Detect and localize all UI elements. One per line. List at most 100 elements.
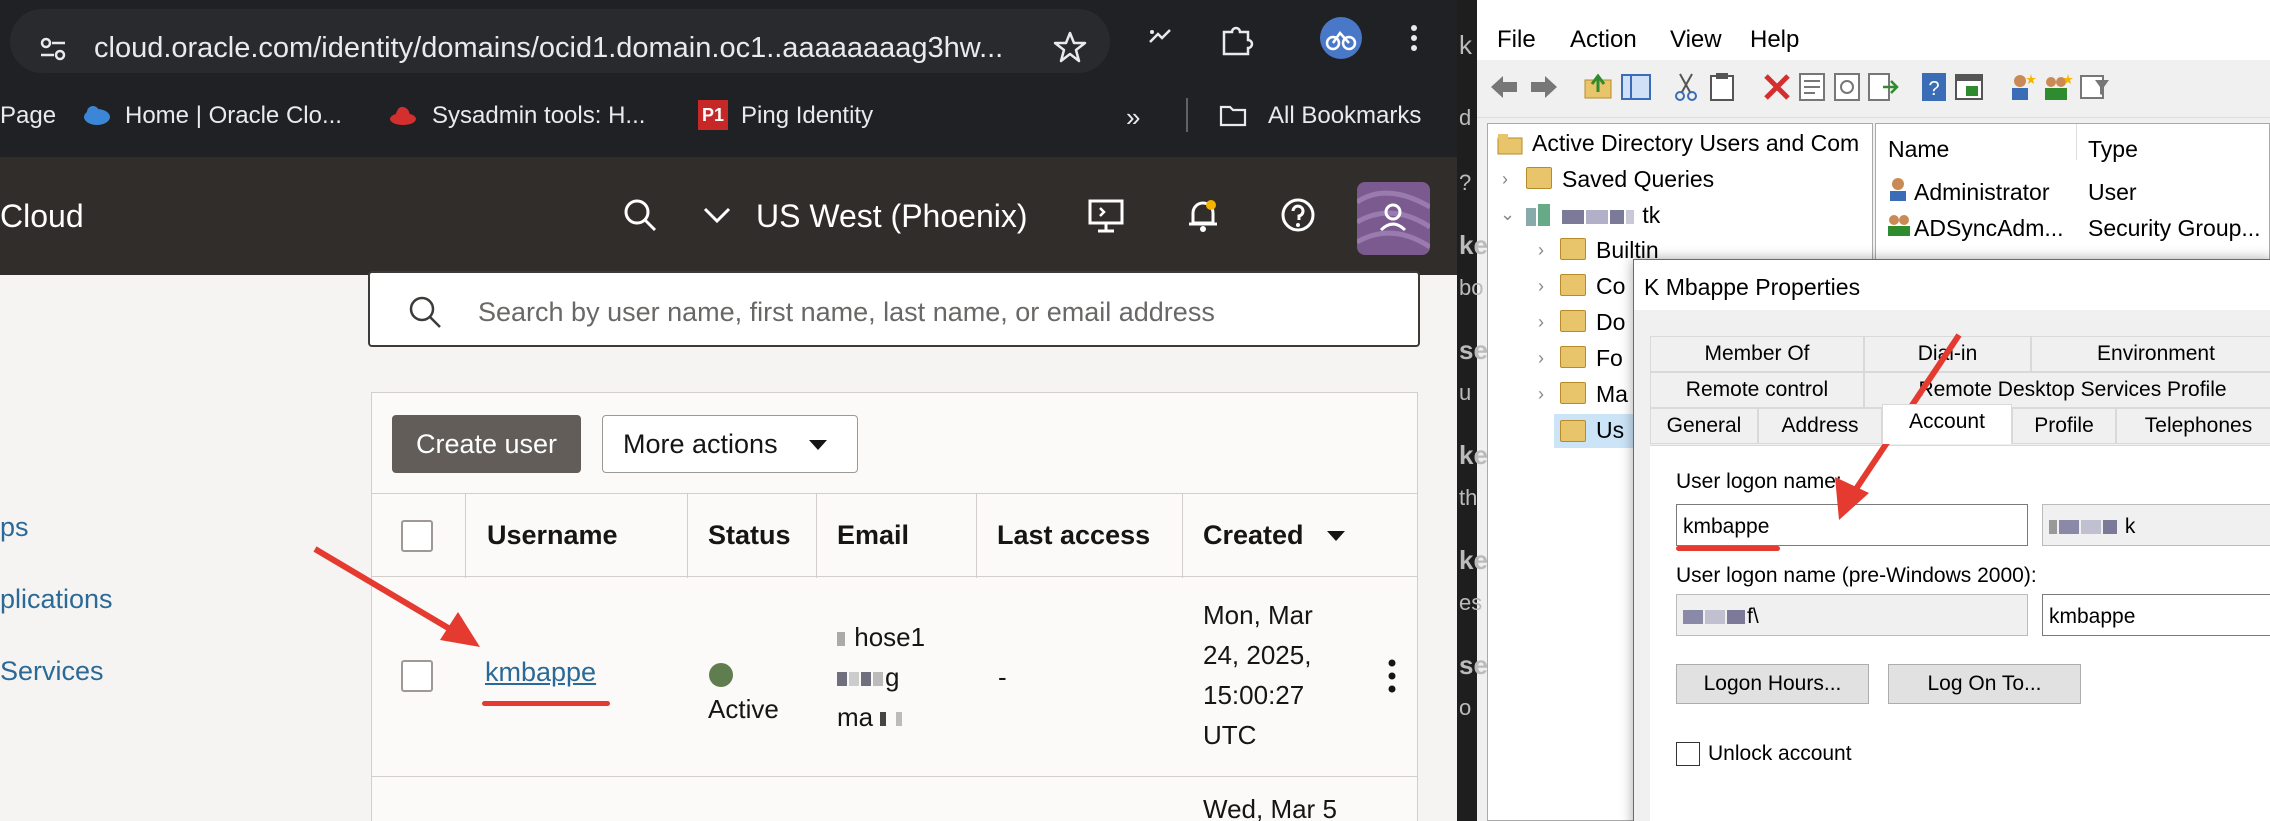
mmc-view-icon[interactable] [1952,70,1986,104]
row-actions-kebab-icon[interactable] [1388,659,1396,693]
row-checkbox[interactable] [401,660,433,692]
properties-icon[interactable] [1795,70,1829,104]
create-user-button[interactable]: Create user [392,415,581,473]
tree-domain[interactable]: tk [1562,202,1660,229]
unlock-account-label[interactable]: Unlock account [1708,742,1852,766]
show-tree-icon[interactable] [1619,70,1653,104]
chevron-right-icon[interactable]: › [1538,240,1544,261]
chevron-right-icon[interactable]: › [1538,276,1544,297]
chevron-down-icon[interactable]: ⌄ [1500,204,1515,225]
paste-icon[interactable] [1705,70,1739,104]
strip-text: ke [1459,440,1488,470]
menu-help[interactable]: Help [1750,26,1799,54]
pre2000-domain-field: f\ [1676,594,2028,636]
profile-avatar-icon[interactable] [1320,17,1362,59]
help-icon[interactable] [1278,195,1318,235]
column-divider [687,494,688,578]
extension-pin-icon[interactable] [1140,18,1180,58]
upn-suffix-dropdown[interactable]: k [2042,504,2270,546]
notifications-bell-icon[interactable] [1183,195,1223,235]
cut-icon[interactable] [1670,70,1704,104]
ping-identity-icon: P1 [698,100,728,130]
bookmark-oracle-home[interactable]: Home | Oracle Clo... [125,102,342,130]
column-status[interactable]: Status [708,520,791,551]
brand-title[interactable]: Cloud [0,198,84,235]
more-actions-button[interactable]: More actions [602,415,858,473]
chevron-right-icon[interactable]: › [1502,169,1508,190]
list-row-name[interactable]: ADSyncAdm... [1914,215,2064,242]
chevron-right-icon[interactable]: › [1538,384,1544,405]
strip-text: ke [1459,545,1488,575]
back-arrow-icon[interactable] [1487,70,1521,104]
tree-users[interactable]: Us [1596,417,1624,444]
strip-text: k [1459,30,1472,60]
email-line-3: ma [837,702,874,732]
chevron-down-icon[interactable] [697,195,737,235]
tab-account[interactable]: Account [1882,404,2012,444]
title-bar [1477,0,2270,18]
chrome-menu-icon[interactable] [1394,18,1434,58]
extensions-icon[interactable] [1216,18,1256,58]
chevron-right-icon[interactable]: › [1538,348,1544,369]
bookmark-star-icon[interactable] [1053,30,1087,64]
new-user-icon[interactable] [2005,70,2039,104]
created-line-1: Mon, Mar [1203,600,1313,630]
tree-managed[interactable]: Ma [1596,381,1628,408]
menu-action[interactable]: Action [1570,26,1637,54]
nav-link-groups[interactable]: ps [0,512,29,543]
column-last-access[interactable]: Last access [997,520,1150,551]
tab-profile[interactable]: Profile [2012,408,2116,444]
log-on-to-button[interactable]: Log On To... [1888,664,2081,704]
region-selector[interactable]: US West (Phoenix) [756,198,1028,235]
bookmark-page[interactable]: Page [0,102,56,130]
tree-root-aduc[interactable]: Active Directory Users and Com [1532,130,1859,157]
user-avatar[interactable] [1357,182,1430,255]
up-folder-icon[interactable] [1582,70,1616,104]
unlock-account-checkbox[interactable] [1676,742,1700,766]
created-cell: Mon, Mar 24, 2025, 15:00:27 UTC [1203,595,1313,755]
new-group-icon[interactable] [2040,70,2074,104]
pre2000-label: User logon name (pre-Windows 2000): [1676,564,2037,587]
tree-foreign-security[interactable]: Fo [1596,345,1623,372]
address-bar[interactable]: cloud.oracle.com/identity/domains/ocid1.… [10,9,1110,73]
site-settings-icon[interactable] [38,34,68,64]
strip-text: se [1459,650,1488,680]
column-type[interactable]: Type [2088,136,2138,163]
chevron-right-icon[interactable]: › [1538,312,1544,333]
column-email[interactable]: Email [837,520,909,551]
cloud-shell-icon[interactable] [1086,195,1126,235]
nav-link-services[interactable]: Services [0,656,104,687]
column-created[interactable]: Created [1203,520,1304,551]
logon-hours-button[interactable]: Logon Hours... [1676,664,1869,704]
column-name[interactable]: Name [1888,136,1949,163]
tab-environment[interactable]: Environment [2031,336,2270,372]
pre2000-name-field[interactable]: kmbappe [2042,594,2270,636]
strip-text: es [1459,590,1483,615]
strip-text: o [1459,695,1472,720]
refresh-icon[interactable] [1830,70,1864,104]
forward-arrow-icon[interactable] [1527,70,1561,104]
help-icon[interactable]: ? [1917,70,1951,104]
tree-domain-controllers[interactable]: Do [1596,309,1625,336]
bookmark-all-bookmarks[interactable]: All Bookmarks [1268,102,1421,130]
tree-computers[interactable]: Co [1596,273,1625,300]
sort-desc-icon[interactable] [1327,531,1345,541]
column-username[interactable]: Username [487,520,618,551]
nav-link-applications[interactable]: plications [0,584,113,615]
search-icon[interactable] [620,195,660,235]
tree-saved-queries[interactable]: Saved Queries [1562,166,1714,193]
bookmark-ping-identity[interactable]: Ping Identity [741,102,873,130]
tab-general[interactable]: General [1650,408,1758,444]
menu-view[interactable]: View [1670,26,1722,54]
menu-file[interactable]: File [1497,26,1536,54]
filter-icon[interactable] [2077,70,2111,104]
delete-icon[interactable] [1760,70,1794,104]
tab-telephones[interactable]: Telephones [2116,408,2270,444]
user-search-input[interactable]: Search by user name, first name, last na… [368,271,1420,347]
bookmarks-overflow-button[interactable]: » [1126,102,1140,133]
export-list-icon[interactable] [1865,70,1899,104]
bookmark-sysadmin-tools[interactable]: Sysadmin tools: H... [432,102,645,130]
username-link[interactable]: kmbappe [485,657,596,688]
list-row-name[interactable]: Administrator [1914,179,2049,206]
status-text: Active [708,694,779,724]
